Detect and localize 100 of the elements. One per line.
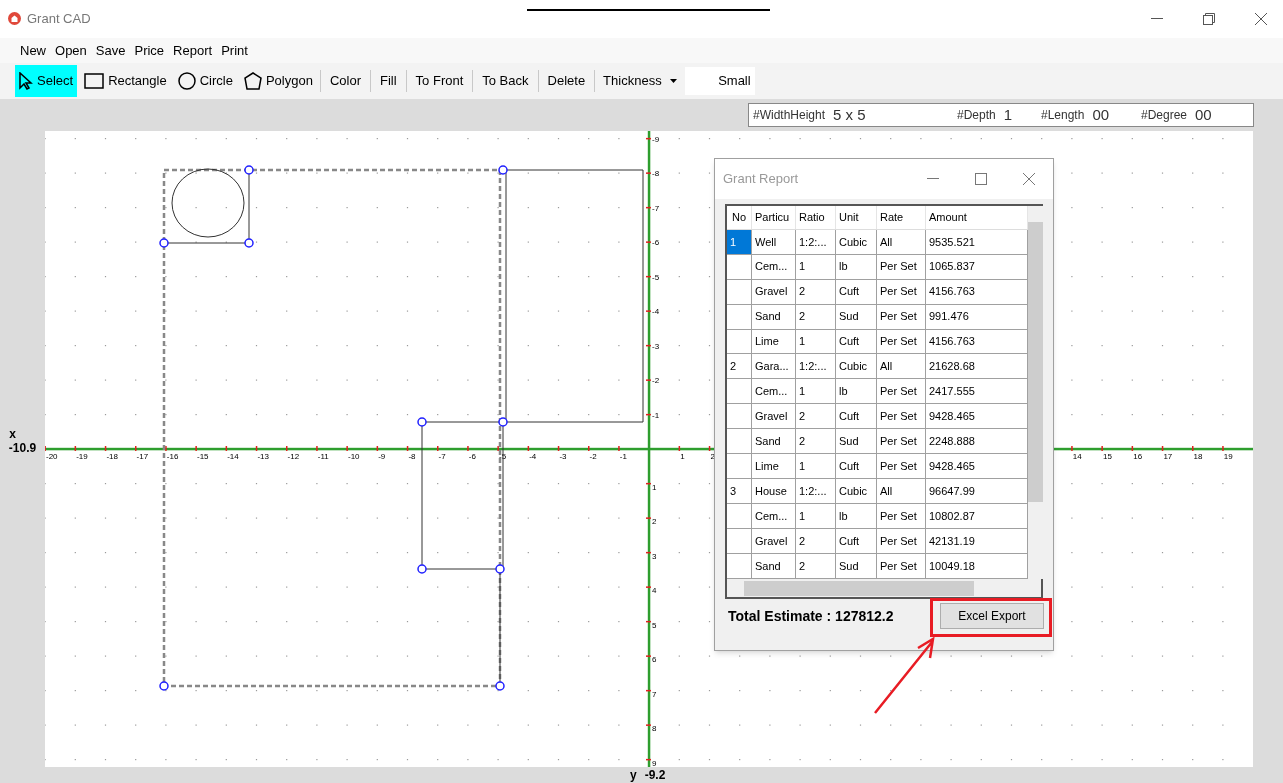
tick-label: -4 xyxy=(529,452,537,461)
table-cell: 2 xyxy=(796,529,836,554)
tool-button[interactable]: Polygon xyxy=(239,65,317,98)
vertical-scrollbar[interactable] xyxy=(1028,206,1043,579)
pointer-icon xyxy=(19,72,33,91)
tick-label: 9 xyxy=(652,758,657,767)
tick-label: -1 xyxy=(619,452,627,461)
table-cell: Cuft xyxy=(836,279,877,305)
app-logo-icon xyxy=(8,12,21,26)
tick-label: -19 xyxy=(76,452,88,461)
tool-button[interactable]: Select xyxy=(15,65,78,98)
toolbar-button[interactable]: To Front xyxy=(409,65,470,98)
table-cell: Per Set xyxy=(877,279,926,305)
column-header[interactable]: No xyxy=(727,206,752,229)
tool-button[interactable]: Circle xyxy=(173,65,237,98)
window-title: Grant CAD xyxy=(27,10,91,29)
toolbar-button[interactable]: Color xyxy=(323,65,367,98)
tick-label: -7 xyxy=(652,203,660,213)
field-label: #Depth xyxy=(957,107,996,124)
menu-item[interactable]: Save xyxy=(95,40,126,61)
tick-label: 4 xyxy=(652,586,657,595)
close-icon[interactable] xyxy=(1023,173,1035,185)
total-estimate: Total Estimate : 127812.2 xyxy=(728,606,894,626)
tick-label: -9 xyxy=(378,452,386,461)
minimize-icon[interactable] xyxy=(1151,17,1163,20)
tick-label: 1 xyxy=(680,452,685,461)
tick-label: -8 xyxy=(652,169,660,178)
column-header[interactable]: Unit xyxy=(836,206,877,229)
column-header[interactable]: Rate xyxy=(877,206,926,229)
tick-label: 1 xyxy=(652,482,657,492)
tick-label: -13 xyxy=(257,452,269,461)
cursor-y-value: -9.2 xyxy=(644,767,666,783)
tick-label: 14 xyxy=(1072,452,1082,461)
tool-button[interactable]: Rectangle xyxy=(80,65,171,98)
table-cell: Gravel xyxy=(752,529,796,554)
tick-label: 3 xyxy=(652,551,657,561)
tick-label: 19 xyxy=(1223,452,1233,461)
menu-item[interactable]: Open xyxy=(55,40,87,61)
table-cell: Sand xyxy=(752,553,796,579)
tick-label: -8 xyxy=(408,452,416,461)
menu-item[interactable]: Price xyxy=(134,40,165,61)
menu-item[interactable]: Report xyxy=(173,40,213,61)
column-header[interactable]: Particu xyxy=(752,206,796,229)
tick-label: 15 xyxy=(1103,452,1112,461)
field-value: 5 x 5 xyxy=(833,104,866,125)
table-cell: 2 xyxy=(796,553,836,579)
table-cell: Cuft xyxy=(836,529,877,554)
thickness-dropdown[interactable]: Thickness xyxy=(598,65,682,98)
tick-label: -14 xyxy=(227,452,239,461)
field-label: #Degree xyxy=(1141,107,1188,124)
table-cell: Sud xyxy=(836,304,877,330)
table-cell: Cubic xyxy=(836,229,877,255)
polygon-icon xyxy=(243,72,262,91)
tick-label: 18 xyxy=(1193,452,1203,461)
toolbar-button[interactable]: Fill xyxy=(374,65,403,98)
restore-icon[interactable] xyxy=(1203,12,1215,25)
table-cell: Per Set xyxy=(877,304,926,330)
table-cell: Sand xyxy=(752,304,796,330)
cursor-x-value: -10.9 xyxy=(8,441,37,455)
field-label: #Length xyxy=(1041,107,1085,124)
tick-label: -12 xyxy=(287,452,300,461)
table-cell: Gravel xyxy=(752,279,796,305)
minimize-icon[interactable] xyxy=(927,178,939,180)
maximize-icon[interactable] xyxy=(975,173,987,185)
tick-label: -5 xyxy=(652,272,660,282)
toolbar-button[interactable]: Delete xyxy=(541,65,592,98)
tick-label: -5 xyxy=(499,452,507,461)
tick-label: -18 xyxy=(106,452,118,461)
table-cell: 2 xyxy=(796,304,836,330)
field-value: 00 xyxy=(1092,104,1110,125)
excel-export-button[interactable]: Excel Export xyxy=(940,603,1044,629)
dialog-title: Grant Report xyxy=(723,170,800,189)
column-header[interactable]: Ratio xyxy=(796,206,836,229)
rectangle-icon xyxy=(84,73,105,90)
tick-label: 7 xyxy=(652,689,657,699)
thickness-value[interactable]: Small xyxy=(684,67,755,96)
menu-item[interactable]: New xyxy=(20,40,46,61)
tick-label: -11 xyxy=(317,452,329,461)
tick-label: -6 xyxy=(468,452,476,461)
tick-label: 8 xyxy=(652,724,657,733)
table-cell: Well xyxy=(752,229,796,255)
tick-label: 5 xyxy=(652,620,657,630)
circle-icon xyxy=(177,72,196,91)
caret-icon xyxy=(669,79,677,84)
shapes-drawing[interactable] xyxy=(159,165,644,691)
table-cell: Per Set xyxy=(877,254,926,280)
menu-item[interactable]: Print xyxy=(221,40,248,61)
table-cell: Sud xyxy=(836,553,877,579)
tick-label: -3 xyxy=(652,341,660,351)
tick-label: -10 xyxy=(348,452,360,461)
tick-label: -3 xyxy=(559,452,567,461)
tick-label: 2 xyxy=(710,452,715,461)
axis-name: y xyxy=(630,767,637,783)
axis-name: x xyxy=(9,427,17,441)
tick-label: -6 xyxy=(652,238,660,247)
tick-label: -20 xyxy=(46,452,58,461)
table-cell: 1 xyxy=(796,254,836,280)
tick-label: 17 xyxy=(1163,452,1173,461)
close-icon[interactable] xyxy=(1255,12,1267,25)
toolbar-button[interactable]: To Back xyxy=(476,65,535,98)
